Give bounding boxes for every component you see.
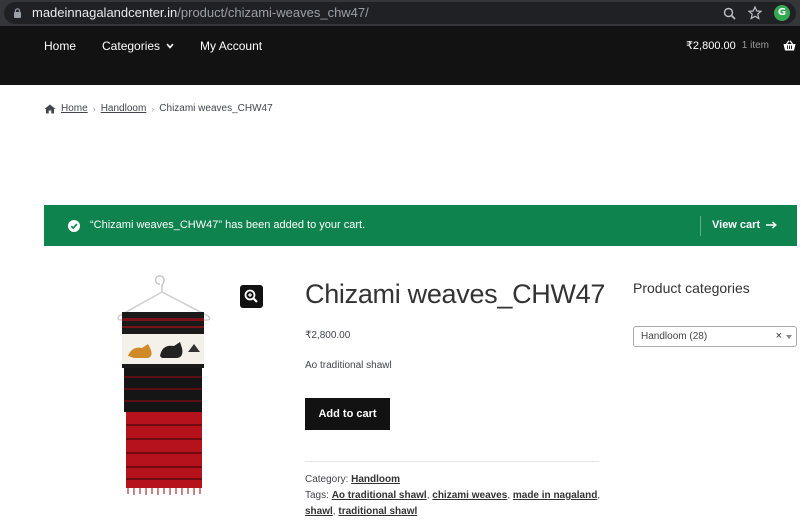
- breadcrumb-home[interactable]: Home: [61, 103, 88, 114]
- view-cart-link[interactable]: View cart: [712, 218, 778, 232]
- product-price: ₹2,800.00: [305, 330, 351, 341]
- lock-icon: [14, 8, 21, 18]
- basket-icon: [783, 40, 796, 51]
- browser-toolbar: madeinnagalandcenter.in/product/chizami-…: [0, 0, 800, 26]
- tags-label: Tags:: [305, 490, 329, 501]
- clear-selection-icon[interactable]: ×: [776, 330, 782, 342]
- category-line: Category: Handloom: [305, 472, 605, 488]
- category-label: Category:: [305, 474, 349, 485]
- cart-item-count: 1 item: [741, 40, 769, 51]
- cart-total: ₹2,800.00: [685, 40, 736, 52]
- notice-message: “Chizami weaves_CHW47” has been added to…: [90, 219, 366, 231]
- breadcrumb: Home › Handloom › Chizami weaves_CHW47: [44, 103, 273, 114]
- product-title: Chizami weaves_CHW47: [305, 279, 606, 309]
- nav-categories[interactable]: Categories: [102, 39, 174, 53]
- product-short-description: Ao traditional shawl: [305, 360, 392, 371]
- magnifier-icon: [244, 289, 258, 303]
- tag-link[interactable]: Ao traditional shawl: [332, 490, 427, 501]
- address-bar-icons: G: [723, 4, 790, 22]
- shawl-photo: [117, 275, 211, 495]
- image-zoom-button[interactable]: [240, 285, 263, 308]
- nav-my-account[interactable]: My Account: [200, 39, 262, 53]
- primary-navigation: Home Categories My Account: [44, 39, 288, 53]
- url-text: madeinnagalandcenter.in/product/chizami-…: [32, 5, 369, 21]
- breadcrumb-separator: ›: [92, 103, 96, 114]
- check-circle-icon: [68, 220, 80, 232]
- bookmark-star-icon[interactable]: [748, 6, 762, 20]
- header-cart[interactable]: ₹2,800.00 1 item: [686, 39, 796, 52]
- tag-link[interactable]: traditional shawl: [338, 506, 417, 517]
- cart-notice: “Chizami weaves_CHW47” has been added to…: [44, 205, 797, 246]
- tag-link[interactable]: made in nagaland: [513, 490, 597, 501]
- view-cart-label: View cart: [712, 219, 761, 231]
- nav-my-account-label: My Account: [200, 39, 263, 53]
- tags-line: Tags: Ao traditional shawl, chizami weav…: [305, 490, 601, 517]
- product-meta: Category: Handloom Tags: Ao traditional …: [305, 472, 605, 520]
- tag-link[interactable]: chizami weaves: [432, 490, 507, 501]
- tag-link[interactable]: shawl: [305, 506, 333, 517]
- sidebar-widget-title: Product categories: [633, 280, 750, 296]
- url-host: madeinnagalandcenter.in: [32, 5, 178, 20]
- notice-divider: [700, 216, 701, 236]
- category-link-handloom[interactable]: Handloom: [351, 474, 400, 485]
- breadcrumb-handloom[interactable]: Handloom: [101, 103, 147, 114]
- chevron-down-icon: [166, 43, 174, 49]
- nav-categories-label: Categories: [102, 39, 161, 53]
- breadcrumb-current: Chizami weaves_CHW47: [159, 103, 273, 114]
- product-image[interactable]: [44, 272, 270, 504]
- address-bar[interactable]: madeinnagalandcenter.in/product/chizami-…: [4, 2, 796, 24]
- home-icon: [44, 104, 56, 113]
- url-path: /product/chizami-weaves_chw47/: [177, 5, 369, 20]
- site-header: Home Categories My Account ₹2,800.00 1 i…: [0, 26, 800, 85]
- select-value: Handloom (28): [641, 331, 708, 342]
- nav-home-label: Home: [44, 39, 77, 53]
- add-to-cart-button[interactable]: Add to cart: [305, 398, 390, 430]
- zoom-icon[interactable]: [723, 7, 736, 20]
- product-category-select[interactable]: Handloom (28) ×: [633, 326, 797, 347]
- profile-avatar[interactable]: G: [774, 5, 790, 21]
- breadcrumb-separator: ›: [151, 103, 155, 114]
- arrow-right-icon: [766, 221, 778, 229]
- dropdown-arrow-icon: [786, 335, 792, 339]
- nav-home[interactable]: Home: [44, 39, 76, 53]
- meta-divider: [305, 461, 599, 462]
